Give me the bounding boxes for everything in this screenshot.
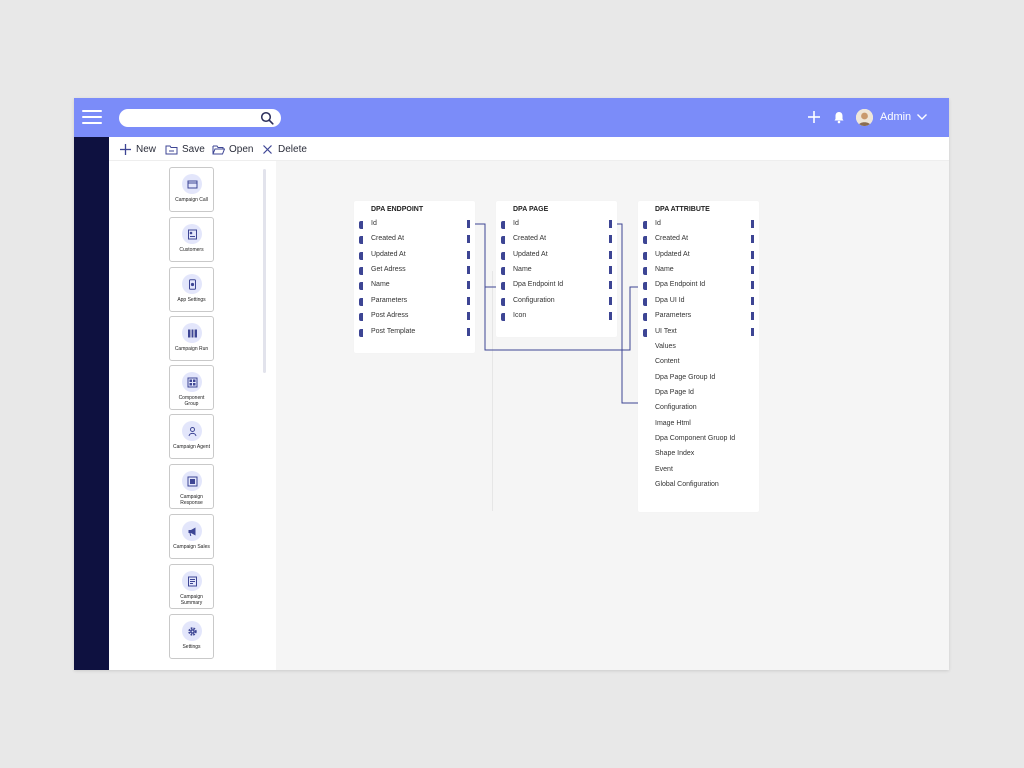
entity-field[interactable]: Shape Index <box>638 449 759 461</box>
entity-field[interactable]: Content <box>638 357 759 369</box>
entity-field[interactable]: Created At <box>354 234 475 246</box>
entity-field[interactable]: Dpa Page Id <box>638 388 759 400</box>
response-icon <box>187 476 197 486</box>
palette-item-label: Settings <box>182 644 201 650</box>
palette-item-label: Campaign Sales <box>173 544 210 550</box>
open-button[interactable]: Open <box>212 141 253 157</box>
entity-field[interactable]: Updated At <box>638 250 759 262</box>
save-folder-icon <box>165 145 178 154</box>
entity-field[interactable]: Global Configuration <box>638 480 759 492</box>
delete-button[interactable]: Delete <box>261 141 307 157</box>
palette-item-label: Component Group <box>178 395 205 407</box>
palette-item-label: Campaign Call <box>175 197 208 203</box>
palette-item-label: Campaign Run <box>174 346 209 352</box>
new-button-label: New <box>136 143 157 155</box>
entity-field[interactable]: Id <box>354 219 475 231</box>
entity-field[interactable]: Created At <box>638 234 759 246</box>
entity-field[interactable]: Dpa Page Group Id <box>638 373 759 385</box>
entity-dpa-attribute[interactable]: DPA ATTRIBUTE Id Created At Updated At N… <box>638 201 759 512</box>
palette-item-label: App Settings <box>177 297 206 303</box>
entity-field[interactable]: Id <box>496 219 617 231</box>
palette-item-customers[interactable]: Customers <box>169 217 214 262</box>
hamburger-menu-icon[interactable] <box>82 109 102 125</box>
open-folder-icon <box>212 145 225 154</box>
entity-field[interactable]: Name <box>638 265 759 277</box>
plus-icon <box>120 143 131 155</box>
entity-field[interactable]: Id <box>638 219 759 231</box>
entity-field[interactable]: Values <box>638 342 759 354</box>
entity-dpa-endpoint[interactable]: DPA ENDPOINT Id Created At Updated At Ge… <box>354 201 475 353</box>
entity-field[interactable]: Created At <box>496 234 617 246</box>
component-group-icon <box>187 377 197 387</box>
close-icon <box>263 144 272 154</box>
entity-field[interactable]: UI Text <box>638 327 759 339</box>
search-icon[interactable] <box>260 111 274 125</box>
palette-item-label: Campaign Summary <box>180 594 203 606</box>
entity-title: DPA ATTRIBUTE <box>655 206 710 213</box>
add-icon[interactable] <box>807 110 821 124</box>
entity-field[interactable]: Dpa Endpoint Id <box>638 280 759 292</box>
entity-field[interactable]: Dpa Component Gruop Id <box>638 434 759 446</box>
top-bar: Admin <box>74 98 949 137</box>
diagram-canvas[interactable]: DPA ENDPOINT Id Created At Updated At Ge… <box>276 161 949 670</box>
left-rail <box>74 137 109 670</box>
entity-field[interactable]: Get Adress <box>354 265 475 277</box>
entity-field[interactable]: Event <box>638 465 759 477</box>
palette-item-label: Campaign Agent <box>173 444 210 450</box>
canvas-divider <box>492 271 493 511</box>
entity-field[interactable]: Image Html <box>638 419 759 431</box>
search-box[interactable] <box>119 109 281 127</box>
entity-field[interactable]: Dpa UI Id <box>638 296 759 308</box>
entity-title: DPA ENDPOINT <box>371 206 424 213</box>
agent-icon <box>188 426 196 436</box>
palette-item-label: Customers <box>179 247 204 253</box>
palette-scrollbar[interactable] <box>263 169 266 373</box>
entity-field[interactable]: Parameters <box>638 311 759 323</box>
entity-field[interactable]: Icon <box>496 311 617 323</box>
phone-card-icon <box>187 180 197 188</box>
component-palette: Campaign Call Customers App Settings Cam… <box>109 161 276 670</box>
palette-item-app-settings[interactable]: App Settings <box>169 267 214 312</box>
palette-item-settings[interactable]: Settings <box>169 614 214 659</box>
open-button-label: Open <box>229 143 254 155</box>
palette-item-campaign-run[interactable]: Campaign Run <box>169 316 214 361</box>
entity-field[interactable]: Updated At <box>496 250 617 262</box>
save-button[interactable]: Save <box>165 141 205 157</box>
app-settings-icon <box>188 278 196 290</box>
entity-field[interactable]: Name <box>496 265 617 277</box>
palette-item-campaign-agent[interactable]: Campaign Agent <box>169 414 214 459</box>
app-window: Admin New Save Open Delete Campaign Call… <box>74 98 949 670</box>
new-button[interactable]: New <box>119 141 156 157</box>
palette-item-campaign-call[interactable]: Campaign Call <box>169 167 214 212</box>
palette-item-campaign-response[interactable]: Campaign Response <box>169 464 214 509</box>
entity-title: DPA PAGE <box>513 206 549 213</box>
search-input[interactable] <box>127 111 257 125</box>
palette-item-label: Campaign Response <box>180 494 203 506</box>
palette-item-campaign-sales[interactable]: Campaign Sales <box>169 514 214 559</box>
entity-field[interactable]: Name <box>354 280 475 292</box>
megaphone-icon <box>188 527 195 536</box>
save-button-label: Save <box>182 143 205 155</box>
palette-item-campaign-summary[interactable]: Campaign Summary <box>169 564 214 609</box>
gear-icon <box>187 626 197 636</box>
entity-field[interactable]: Updated At <box>354 250 475 262</box>
entity-field[interactable]: Dpa Endpoint Id <box>496 280 617 292</box>
entity-field[interactable]: Post Adress <box>354 311 475 323</box>
customers-icon <box>187 229 197 239</box>
avatar[interactable] <box>856 109 873 126</box>
palette-item-component-group[interactable]: Component Group <box>169 365 214 410</box>
summary-icon <box>187 576 197 586</box>
entity-field[interactable]: Post Template <box>354 327 475 339</box>
delete-button-label: Delete <box>278 143 307 155</box>
entity-field[interactable]: Configuration <box>638 403 759 415</box>
entity-field[interactable]: Parameters <box>354 296 475 308</box>
campaign-run-icon <box>187 329 197 337</box>
entity-field[interactable]: Configuration <box>496 296 617 308</box>
username[interactable]: Admin <box>880 111 911 123</box>
chevron-down-icon[interactable] <box>916 112 928 122</box>
bell-icon[interactable] <box>832 110 846 124</box>
entity-dpa-page[interactable]: DPA PAGE Id Created At Updated At Name D… <box>496 201 617 337</box>
toolbar: New Save Open Delete <box>109 137 949 161</box>
